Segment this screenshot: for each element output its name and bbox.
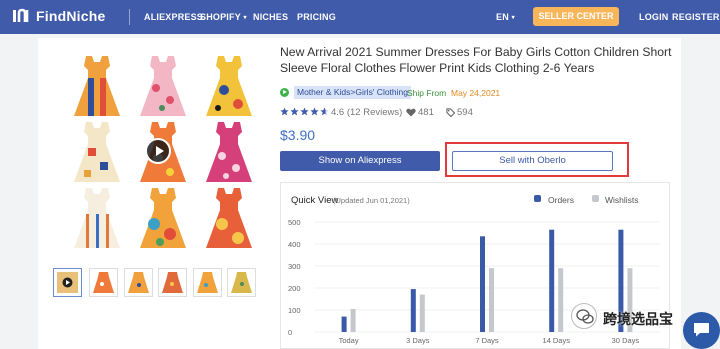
legend-orders-swatch [534, 195, 541, 202]
dress-thumb-icon [128, 272, 149, 293]
thumbnail-6[interactable] [227, 268, 256, 297]
wishlists-bar [350, 308, 356, 332]
x-tick-label: Today [339, 336, 359, 345]
nav-niches[interactable]: NICHES [253, 12, 288, 22]
y-tick-label: 300 [288, 262, 301, 271]
legend-orders-label[interactable]: Orders [548, 195, 574, 205]
logo-text: FindNiche [36, 8, 106, 24]
y-tick-label: 400 [288, 240, 301, 249]
thumbnail-2[interactable] [89, 268, 118, 297]
x-tick-label: 30 Days [612, 336, 640, 345]
category-play-icon [280, 88, 289, 97]
dress-thumb-icon [231, 272, 252, 293]
reviews-link[interactable]: (12 Reviews) [347, 107, 402, 118]
dress-thumb-icon [93, 272, 114, 293]
tag-icon [446, 108, 455, 117]
register-link[interactable]: REGISTER [672, 12, 720, 22]
wishlists-bar [558, 268, 564, 332]
chat-icon [694, 323, 709, 337]
show-on-aliexpress-button[interactable]: Show on Aliexpress [280, 151, 440, 171]
rating-value: 4.6 [331, 107, 345, 118]
ship-from-label: Ship From [407, 88, 447, 98]
rating-summary: 4.6 (12 Reviews) [331, 107, 402, 118]
y-tick-label: 0 [288, 328, 292, 337]
heart-icon [406, 108, 416, 117]
nav-shopify[interactable]: SHOPIFY ▾ [200, 12, 247, 22]
chevron-down-icon: ▾ [511, 15, 515, 21]
category-tag[interactable]: Mother & Kids>Girls' Clothing [294, 86, 411, 99]
star-icon [280, 107, 289, 116]
nav-divider [129, 9, 130, 25]
star-icon [290, 107, 299, 116]
tag-count: 594 [457, 107, 473, 118]
wishlists-bar [419, 294, 425, 332]
legend-wishlists-label[interactable]: Wishlists [605, 195, 639, 205]
nav-shopify-label: SHOPIFY [200, 12, 241, 22]
dress-thumb-icon [197, 272, 218, 293]
wechat-glyph [576, 309, 594, 324]
sell-with-oberlo-button[interactable]: Sell with Oberlo [452, 151, 613, 171]
product-price: $3.90 [280, 127, 316, 143]
login-link[interactable]: LOGIN [639, 12, 669, 22]
chevron-down-icon: ▾ [243, 15, 247, 21]
star-icon [300, 107, 309, 116]
star-icon [310, 107, 319, 116]
language-select[interactable]: EN ▾ [496, 12, 515, 22]
half-star-icon [320, 107, 329, 116]
findniche-logo[interactable]: FindNiche [12, 8, 105, 24]
ship-date: May 24,2021 [451, 88, 501, 98]
x-tick-label: 14 Days [542, 336, 570, 345]
quick-view-title: Quick View [291, 195, 339, 206]
thumbnail-1[interactable] [53, 268, 82, 297]
quick-view-updated: (Updated Jun 01,2021) [333, 196, 410, 205]
thumbnail-4[interactable] [158, 268, 187, 297]
y-tick-label: 500 [288, 218, 301, 227]
dress-thumb-icon [57, 272, 78, 293]
thumbnail-3[interactable] [124, 268, 153, 297]
orders-bar [341, 316, 347, 332]
wishlist-count: 481 [418, 107, 434, 118]
rating-stars [280, 107, 329, 116]
video-play-icon[interactable] [145, 138, 171, 164]
y-tick-label: 200 [288, 284, 301, 293]
thumbnail-5[interactable] [193, 268, 222, 297]
findniche-logo-icon [13, 8, 29, 22]
wechat-icon [571, 303, 597, 329]
chat-button[interactable] [683, 312, 720, 349]
orders-bar [410, 289, 416, 332]
nav-aliexpress[interactable]: ALIEXPRESS [144, 12, 203, 22]
y-tick-label: 100 [288, 306, 301, 315]
nav-pricing[interactable]: PRICING [297, 12, 336, 22]
orders-bar [480, 236, 485, 332]
orders-bar [549, 229, 555, 332]
dress-thumb-icon [162, 272, 183, 293]
product-title: New Arrival 2021 Summer Dresses For Baby… [280, 45, 672, 75]
legend-wishlists-swatch [592, 195, 599, 202]
language-label: EN [496, 12, 509, 22]
x-tick-label: 3 Days [406, 336, 430, 345]
x-tick-label: 7 Days [475, 336, 499, 345]
wishlists-bar [489, 268, 494, 332]
watermark-text: 跨境选品宝 [603, 311, 673, 327]
seller-center-button[interactable]: SELLER CENTER [533, 7, 619, 26]
